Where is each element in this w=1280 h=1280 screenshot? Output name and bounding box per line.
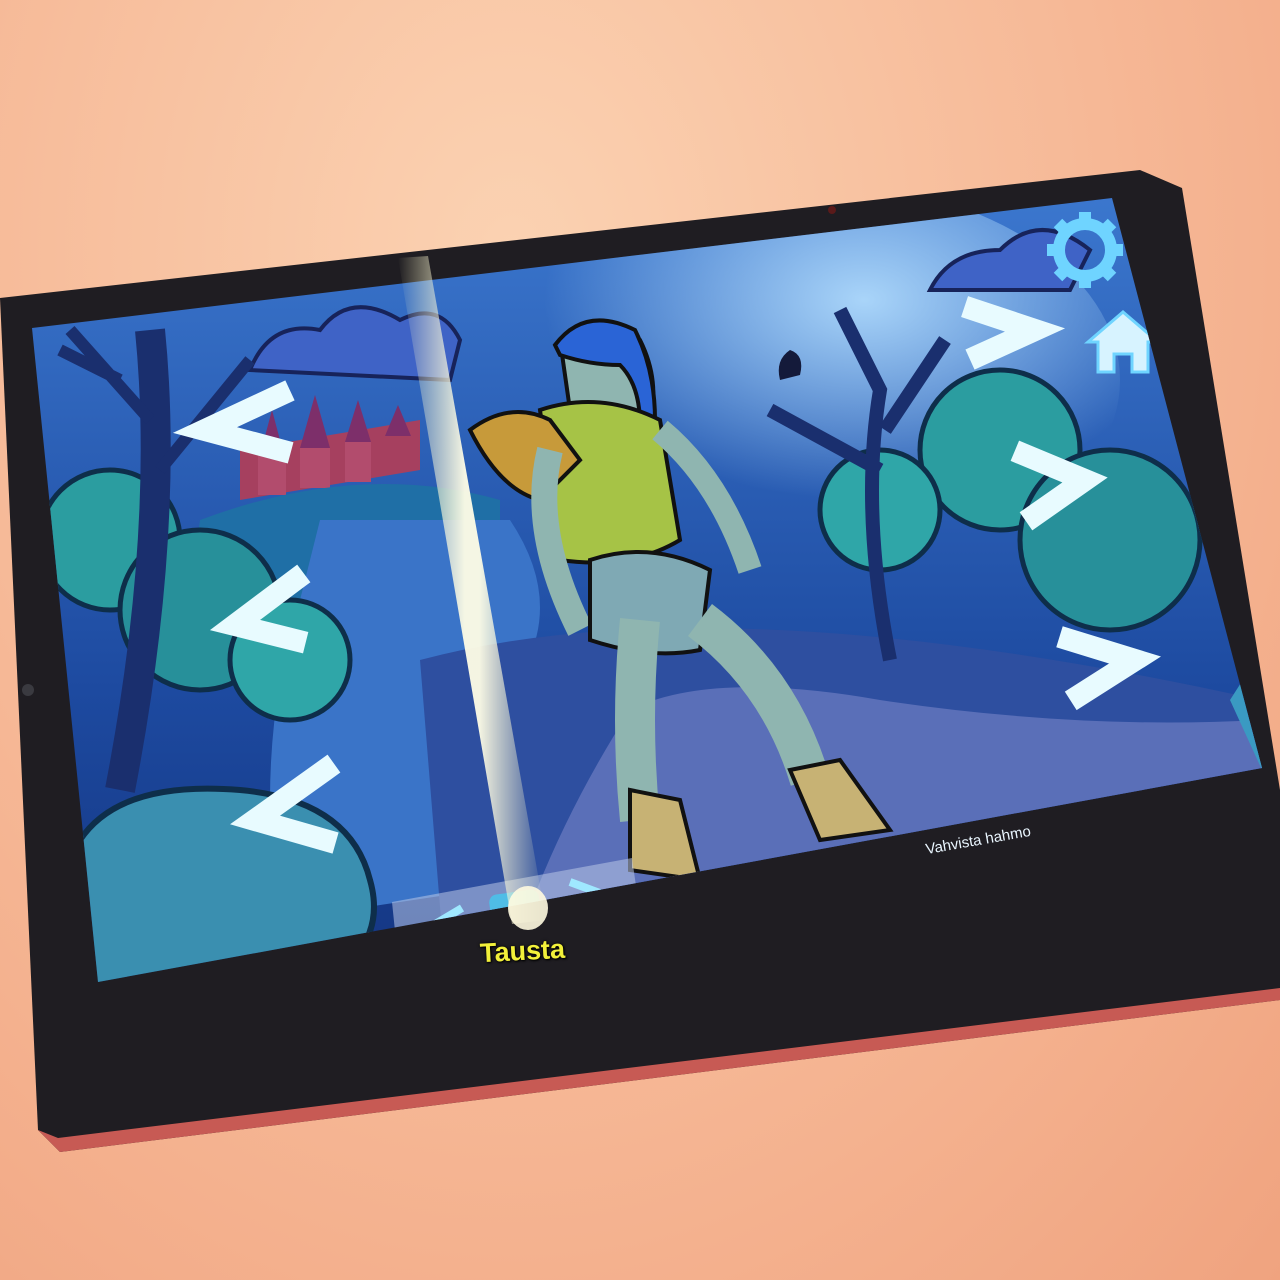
camera-lens — [828, 206, 836, 214]
glare-spot — [508, 886, 548, 930]
front-camera — [22, 684, 34, 696]
tablet-device — [0, 170, 1280, 1152]
background-selector-label: Tausta — [479, 933, 566, 969]
